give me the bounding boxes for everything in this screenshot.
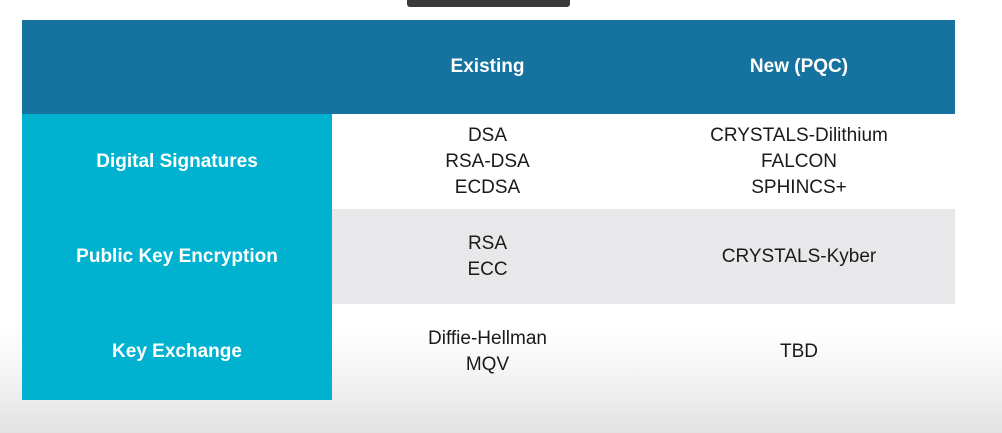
new-value: FALCON (760, 150, 838, 172)
new-value: CRYSTALS-Dilithium (710, 124, 888, 146)
new-pqc-cell: TBD (643, 304, 955, 399)
header-new-pqc: New (PQC) (749, 56, 849, 77)
existing-value: RSA (467, 232, 508, 254)
table-row: Key Exchange Diffie-Hellman MQV TBD (22, 304, 955, 400)
existing-cell: RSA ECC (332, 209, 643, 304)
row-label: Digital Signatures (22, 114, 332, 209)
header-corner-cell (22, 20, 332, 114)
existing-value: MQV (465, 353, 510, 375)
existing-cell: Diffie-Hellman MQV (332, 304, 643, 399)
existing-cell: DSA RSA-DSA ECDSA (332, 114, 643, 209)
table-row: Digital Signatures DSA RSA-DSA ECDSA CRY… (22, 114, 955, 209)
header-existing: Existing (450, 56, 525, 77)
pqc-comparison-table: Existing New (PQC) Digital Signatures DS… (22, 20, 955, 400)
row-label: Public Key Encryption (22, 209, 332, 305)
new-value: TBD (780, 340, 818, 362)
video-top-handle (407, 0, 570, 7)
existing-value: ECDSA (454, 176, 521, 198)
table-row: Public Key Encryption RSA ECC CRYSTALS-K… (22, 209, 955, 305)
new-value: CRYSTALS-Kyber (721, 245, 877, 267)
table-header: Existing New (PQC) (22, 20, 955, 114)
existing-value: RSA-DSA (445, 150, 530, 172)
new-pqc-cell: CRYSTALS-Kyber (643, 209, 955, 304)
row-label: Key Exchange (22, 304, 332, 400)
new-pqc-cell: CRYSTALS-Dilithium FALCON SPHINCS+ (643, 114, 955, 209)
new-value: SPHINCS+ (751, 176, 847, 198)
existing-value: Diffie-Hellman (428, 327, 547, 349)
existing-value: ECC (467, 258, 508, 280)
existing-value: DSA (467, 124, 508, 146)
